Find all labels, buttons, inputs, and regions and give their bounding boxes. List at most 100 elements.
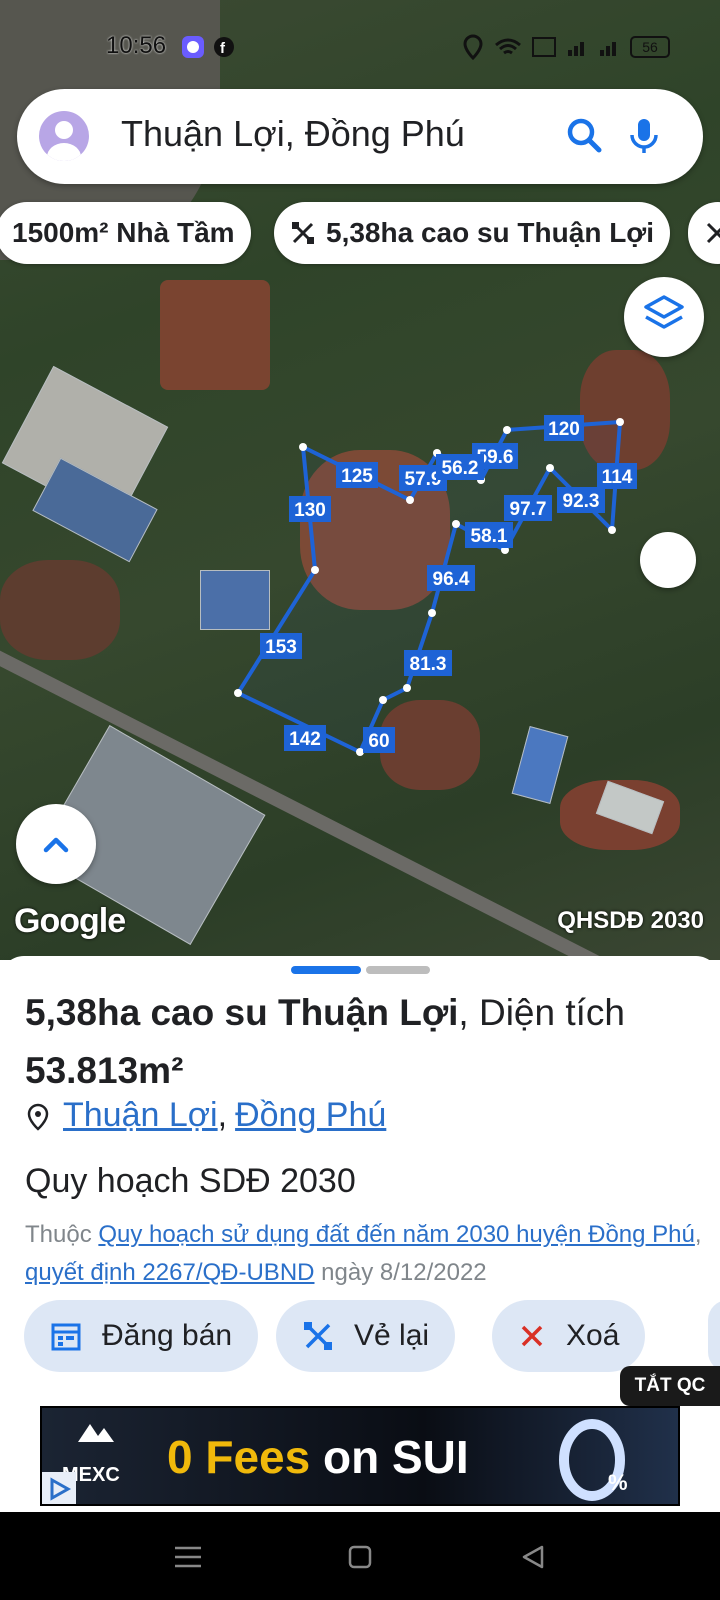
redraw-button[interactable]: Vẻ lại — [276, 1300, 456, 1372]
home-icon[interactable] — [347, 1544, 373, 1570]
edge-label: 142 — [284, 725, 326, 751]
vertex-point — [616, 418, 624, 426]
svg-text:57.9: 57.9 — [405, 469, 442, 490]
layers-button[interactable] — [624, 277, 704, 357]
menu-icon[interactable] — [173, 1544, 203, 1570]
status-time: 10:56 — [106, 32, 167, 59]
delete-button[interactable]: Xoá — [492, 1300, 646, 1372]
saved-parcel-chip[interactable]: 5,38ha cao su Thuận Lợi — [274, 202, 670, 264]
svg-text:142: 142 — [289, 729, 321, 750]
expand-button[interactable] — [16, 804, 96, 884]
district-link[interactable]: Đồng Phú — [235, 1096, 386, 1134]
vertex-point — [406, 496, 414, 504]
layers-icon — [644, 295, 684, 329]
ad-headline-rest: on SUI — [310, 1431, 469, 1483]
ad-choices-icon[interactable] — [42, 1472, 76, 1506]
chip-label: 1500m² Nhà Tầm — [12, 217, 235, 248]
app-notification-icon: f — [182, 36, 234, 58]
plan-title: Quy hoạch SDĐ 2030 — [25, 1162, 356, 1200]
edge-label: 58.1 — [465, 522, 513, 548]
parcel-area: 53.813m² — [25, 1050, 184, 1091]
edge-label: 130 — [289, 496, 331, 522]
mexc-logo-icon — [78, 1424, 114, 1442]
avatar[interactable] — [39, 111, 89, 161]
back-icon[interactable] — [520, 1544, 546, 1570]
vertex-point — [356, 748, 364, 756]
edge-label: 56.2 — [436, 454, 484, 480]
sheet-handle-active[interactable] — [291, 966, 361, 974]
vertex-point — [311, 566, 319, 574]
ward-link[interactable]: Thuận Lợi — [63, 1096, 218, 1134]
saved-parcel-chip[interactable]: 1500m² Nhà Tầm — [0, 202, 251, 264]
edge-label: 153 — [260, 633, 302, 659]
calendar-icon — [51, 1323, 81, 1351]
svg-text:114: 114 — [602, 467, 633, 488]
search-bar[interactable]: Thuận Lợi, Đồng Phú — [17, 89, 703, 184]
edge-label: 125 — [336, 462, 378, 488]
edge-label: 60 — [363, 727, 395, 753]
post-for-sale-button[interactable]: Đăng bán — [24, 1300, 259, 1372]
post-for-sale-label: Đăng bán — [102, 1319, 233, 1352]
edge-label: 92.3 — [557, 487, 605, 513]
plan-link[interactable]: Quy hoạch sử dụng đất đến năm 2030 huyện… — [98, 1221, 695, 1248]
system-nav-bar — [0, 1512, 720, 1600]
vertex-point — [403, 684, 411, 692]
measure-icon — [706, 222, 720, 244]
parcel-location: Thuận Lợi, Đồng Phú — [25, 1096, 386, 1135]
plan-description: Thuộc Quy hoạch sử dụng đất đến năm 2030… — [25, 1216, 715, 1292]
svg-text:92.3: 92.3 — [563, 491, 600, 512]
ad-headline-highlight: 0 Fees — [167, 1431, 311, 1483]
redraw-label: Vẻ lại — [354, 1319, 430, 1352]
location-pin-icon — [27, 1103, 49, 1131]
sheet-handle[interactable] — [366, 966, 430, 974]
edge-label: 120 — [544, 415, 584, 441]
vertex-point — [546, 464, 554, 472]
decision-link[interactable]: quyết định 2267/QĐ-UBND — [25, 1259, 314, 1286]
vertex-point — [379, 696, 387, 704]
plan-date: ngày 8/12/2022 — [321, 1259, 487, 1286]
svg-text:120: 120 — [548, 419, 580, 440]
plan-prefix: Thuộc — [25, 1221, 92, 1248]
vertex-point — [503, 426, 511, 434]
more-action-button[interactable] — [708, 1300, 720, 1372]
svg-text:%: % — [608, 1470, 628, 1495]
measure-icon — [292, 222, 314, 244]
volte-icon — [532, 37, 556, 57]
edge-label: 97.7 — [504, 495, 552, 521]
chevron-up-icon — [43, 837, 69, 853]
svg-text:56.2: 56.2 — [442, 458, 479, 479]
vertex-point — [608, 526, 616, 534]
location-separator: , — [217, 1096, 228, 1134]
wifi-icon — [495, 38, 521, 55]
edge-label: 81.3 — [404, 650, 452, 676]
ad-banner[interactable]: MEXC 0 Fees on SUI % — [40, 1406, 680, 1506]
parcel-name: 5,38ha cao su Thuận Lợi — [25, 992, 459, 1033]
location-icon — [463, 34, 483, 60]
vertex-point — [452, 520, 460, 528]
vertex-point — [428, 609, 436, 617]
search-icon[interactable] — [559, 111, 609, 161]
microphone-icon[interactable] — [619, 111, 669, 161]
chip-label: 5,38ha cao su Thuận Lợi — [326, 217, 654, 248]
google-logo: Google — [14, 902, 126, 940]
map-view[interactable]: 120 59.6 114 125 57.9 56.2 92.3 130 97.7… — [0, 0, 720, 960]
parcel-title-rest: , Diện tích — [458, 992, 625, 1033]
svg-text:125: 125 — [341, 466, 373, 487]
measure-icon — [304, 1322, 332, 1350]
svg-text:153: 153 — [265, 637, 297, 658]
hide-ads-button[interactable]: TẮT QC — [620, 1366, 720, 1406]
delete-label: Xoá — [566, 1319, 620, 1352]
parcel-title: 5,38ha cao su Thuận Lợi, Diện tích 53.81… — [25, 984, 705, 1100]
system-icons: 56 — [462, 34, 670, 60]
vertex-point — [234, 689, 242, 697]
svg-text:97.7: 97.7 — [510, 499, 547, 520]
ad-headline: 0 Fees on SUI — [167, 1430, 469, 1484]
svg-text:96.4: 96.4 — [433, 569, 470, 590]
zero-percent-graphic: % — [559, 1419, 628, 1501]
map-handle-button[interactable] — [640, 532, 696, 588]
edge-label: 114 — [597, 463, 637, 489]
vertex-point — [299, 443, 307, 451]
svg-text:81.3: 81.3 — [410, 654, 447, 675]
search-query[interactable]: Thuận Lợi, Đồng Phú — [121, 113, 465, 155]
battery-icon: 56 — [630, 36, 670, 58]
